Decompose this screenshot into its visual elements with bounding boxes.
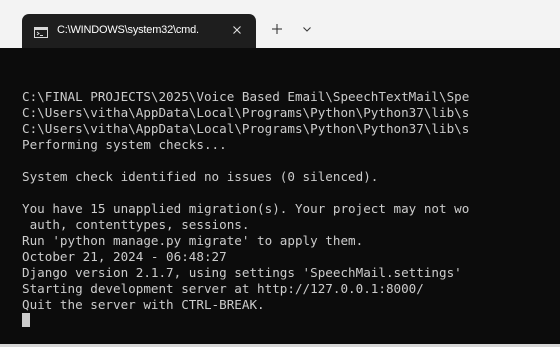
close-icon	[233, 26, 241, 34]
tab-cmd[interactable]: C:\WINDOWS\system32\cmd.	[22, 14, 256, 48]
terminal-cursor	[22, 313, 30, 327]
terminal-output-area[interactable]: C:\FINAL PROJECTS\2025\Voice Based Email…	[0, 48, 560, 347]
terminal-line: auth, contenttypes, sessions.	[22, 217, 250, 232]
plus-icon	[272, 24, 282, 34]
terminal-line: Performing system checks...	[22, 137, 227, 152]
terminal-line: C:\FINAL PROJECTS\2025\Voice Based Email…	[22, 89, 470, 104]
terminal-prompt-line	[22, 313, 469, 329]
cmd-prompt-icon	[34, 25, 48, 38]
terminal-line: C:\Users\vitha\AppData\Local\Programs\Py…	[22, 121, 470, 136]
terminal-line: You have 15 unapplied migration(s). Your…	[22, 201, 470, 216]
tab-title: C:\WINDOWS\system32\cmd.	[57, 24, 199, 36]
close-tab-button[interactable]	[228, 21, 246, 39]
title-bar[interactable]: C:\WINDOWS\system32\cmd.	[0, 0, 560, 48]
terminal-line: C:\Users\vitha\AppData\Local\Programs\Py…	[22, 105, 470, 120]
terminal-line: Run 'python manage.py migrate' to apply …	[22, 233, 364, 248]
new-tab-button[interactable]	[266, 18, 288, 40]
terminal-line: System check identified no issues (0 sil…	[22, 169, 379, 184]
terminal-line: Starting development server at http://12…	[22, 281, 424, 296]
tab-dropdown-button[interactable]	[298, 18, 316, 40]
chevron-down-icon	[303, 27, 311, 32]
terminal-line: Django version 2.1.7, using settings 'Sp…	[22, 265, 462, 280]
terminal-line: Quit the server with CTRL-BREAK.	[22, 297, 265, 312]
terminal-text: C:\FINAL PROJECTS\2025\Voice Based Email…	[22, 73, 469, 329]
terminal-line: October 21, 2024 - 06:48:27	[22, 249, 227, 264]
terminal-window: C:\WINDOWS\system32\cmd. C:\FINAL PROJEC…	[0, 0, 560, 347]
